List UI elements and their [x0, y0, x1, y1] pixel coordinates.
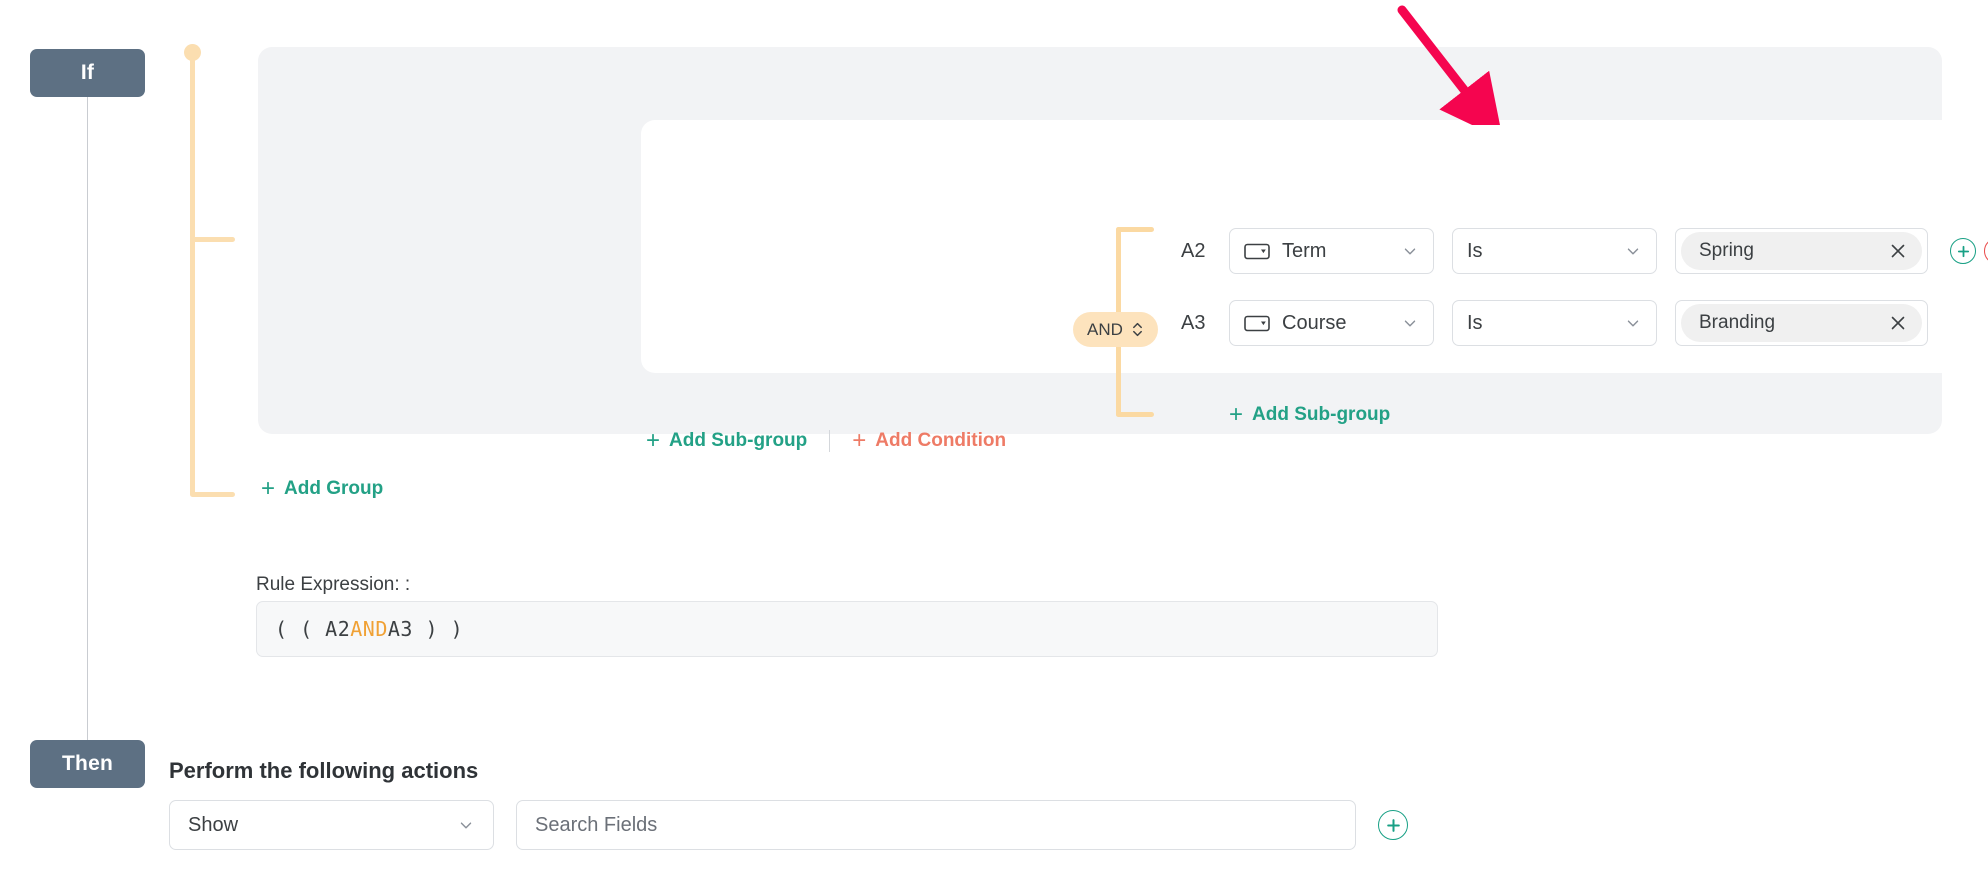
inner-add-subgroup-label: Add Sub-group: [1252, 404, 1391, 425]
select-box-icon: [1244, 315, 1270, 331]
then-badge: Then: [30, 740, 145, 788]
chevron-down-icon: [1627, 248, 1639, 255]
value-chip: Spring: [1681, 232, 1922, 270]
inner-add-subgroup-button[interactable]: + Add Sub-group: [1229, 403, 1390, 427]
chevron-down-icon: [460, 822, 472, 829]
branch-horizontal-line-group: [190, 237, 235, 242]
condition-operator-select[interactable]: Is: [1452, 228, 1657, 274]
divider: [829, 430, 831, 452]
condition-row: A2 Term Is Spring: [1181, 228, 1988, 274]
close-icon[interactable]: [1888, 313, 1908, 333]
rule-expression-label: Rule Expression: :: [256, 574, 411, 595]
remove-condition-row-button[interactable]: [1984, 238, 1988, 264]
vertical-connector-line: [87, 97, 88, 743]
rule-expression-box: ( ( A2 AND A3 ) ): [256, 601, 1438, 657]
add-group-label: Add Group: [284, 478, 384, 499]
group-action-links: + Add Sub-group + Add Condition: [646, 429, 1006, 453]
action-row: Show: [169, 800, 1408, 850]
rule-expression-operator: AND: [350, 617, 388, 641]
condition-value-input[interactable]: Branding: [1675, 300, 1928, 346]
rule-builder-canvas: If AND A2 Term Is Spring A3 Course Is Br…: [0, 0, 1988, 890]
plus-icon: [1957, 245, 1969, 257]
condition-field-value: Course: [1282, 311, 1347, 334]
search-fields-input[interactable]: [516, 800, 1356, 850]
value-chip-label: Spring: [1699, 240, 1754, 261]
add-action-button[interactable]: [1378, 810, 1408, 840]
if-badge-label: If: [80, 61, 95, 84]
condition-operator-value: Is: [1467, 239, 1483, 262]
condition-subgroup-card: AND A2 Term Is Spring A3 Course Is Brand…: [641, 120, 1988, 427]
add-condition-label: Add Condition: [875, 430, 1007, 451]
row-action-buttons: [1950, 238, 1988, 264]
branch-horizontal-line-add-group: [190, 492, 235, 497]
condition-group-card: AND A2 Term Is Spring A3 Course Is Brand…: [258, 47, 1988, 453]
action-type-select[interactable]: Show: [169, 800, 494, 850]
chevron-down-icon: [1404, 248, 1416, 255]
plus-icon: [1386, 818, 1400, 832]
add-condition-row-button[interactable]: [1950, 238, 1976, 264]
action-type-value: Show: [188, 813, 239, 836]
condition-value-input[interactable]: Spring: [1675, 228, 1928, 274]
add-subgroup-label: Add Sub-group: [669, 430, 808, 451]
tree-connector-top: [1116, 227, 1154, 232]
branch-vertical-line: [190, 56, 195, 496]
close-icon[interactable]: [1888, 241, 1908, 261]
select-box-icon: [1244, 243, 1270, 259]
then-badge-label: Then: [62, 752, 113, 775]
rule-expression-prefix: ( ( A2: [275, 617, 351, 641]
if-badge: If: [30, 49, 145, 97]
add-condition-button[interactable]: + Add Condition: [852, 429, 1006, 453]
plus-icon: +: [852, 427, 867, 454]
condition-id-label: A3: [1181, 311, 1206, 334]
condition-operator-value: Is: [1467, 311, 1483, 334]
value-chip-label: Branding: [1699, 312, 1776, 333]
chevron-down-icon: [1404, 320, 1416, 327]
condition-field-select[interactable]: Course: [1229, 300, 1434, 346]
chevron-up-down-icon: [1132, 322, 1142, 337]
plus-icon: +: [646, 427, 661, 454]
logic-operator-label: AND: [1087, 319, 1123, 339]
condition-field-select[interactable]: Term: [1229, 228, 1434, 274]
condition-id-label: A2: [1181, 239, 1206, 262]
condition-row: A3 Course Is Branding: [1181, 300, 1928, 346]
plus-icon: +: [261, 475, 276, 502]
value-chip: Branding: [1681, 304, 1922, 342]
tree-connector-bottom: [1116, 412, 1154, 417]
plus-icon: +: [1229, 401, 1244, 428]
then-section-heading: Perform the following actions: [169, 758, 479, 783]
add-subgroup-button[interactable]: + Add Sub-group: [646, 429, 807, 453]
condition-field-value: Term: [1282, 239, 1327, 262]
chevron-down-icon: [1627, 320, 1639, 327]
add-group-button[interactable]: + Add Group: [261, 477, 383, 501]
condition-operator-select[interactable]: Is: [1452, 300, 1657, 346]
logic-operator-toggle[interactable]: AND: [1073, 312, 1158, 347]
rule-expression-suffix: A3 ) ): [387, 617, 464, 641]
